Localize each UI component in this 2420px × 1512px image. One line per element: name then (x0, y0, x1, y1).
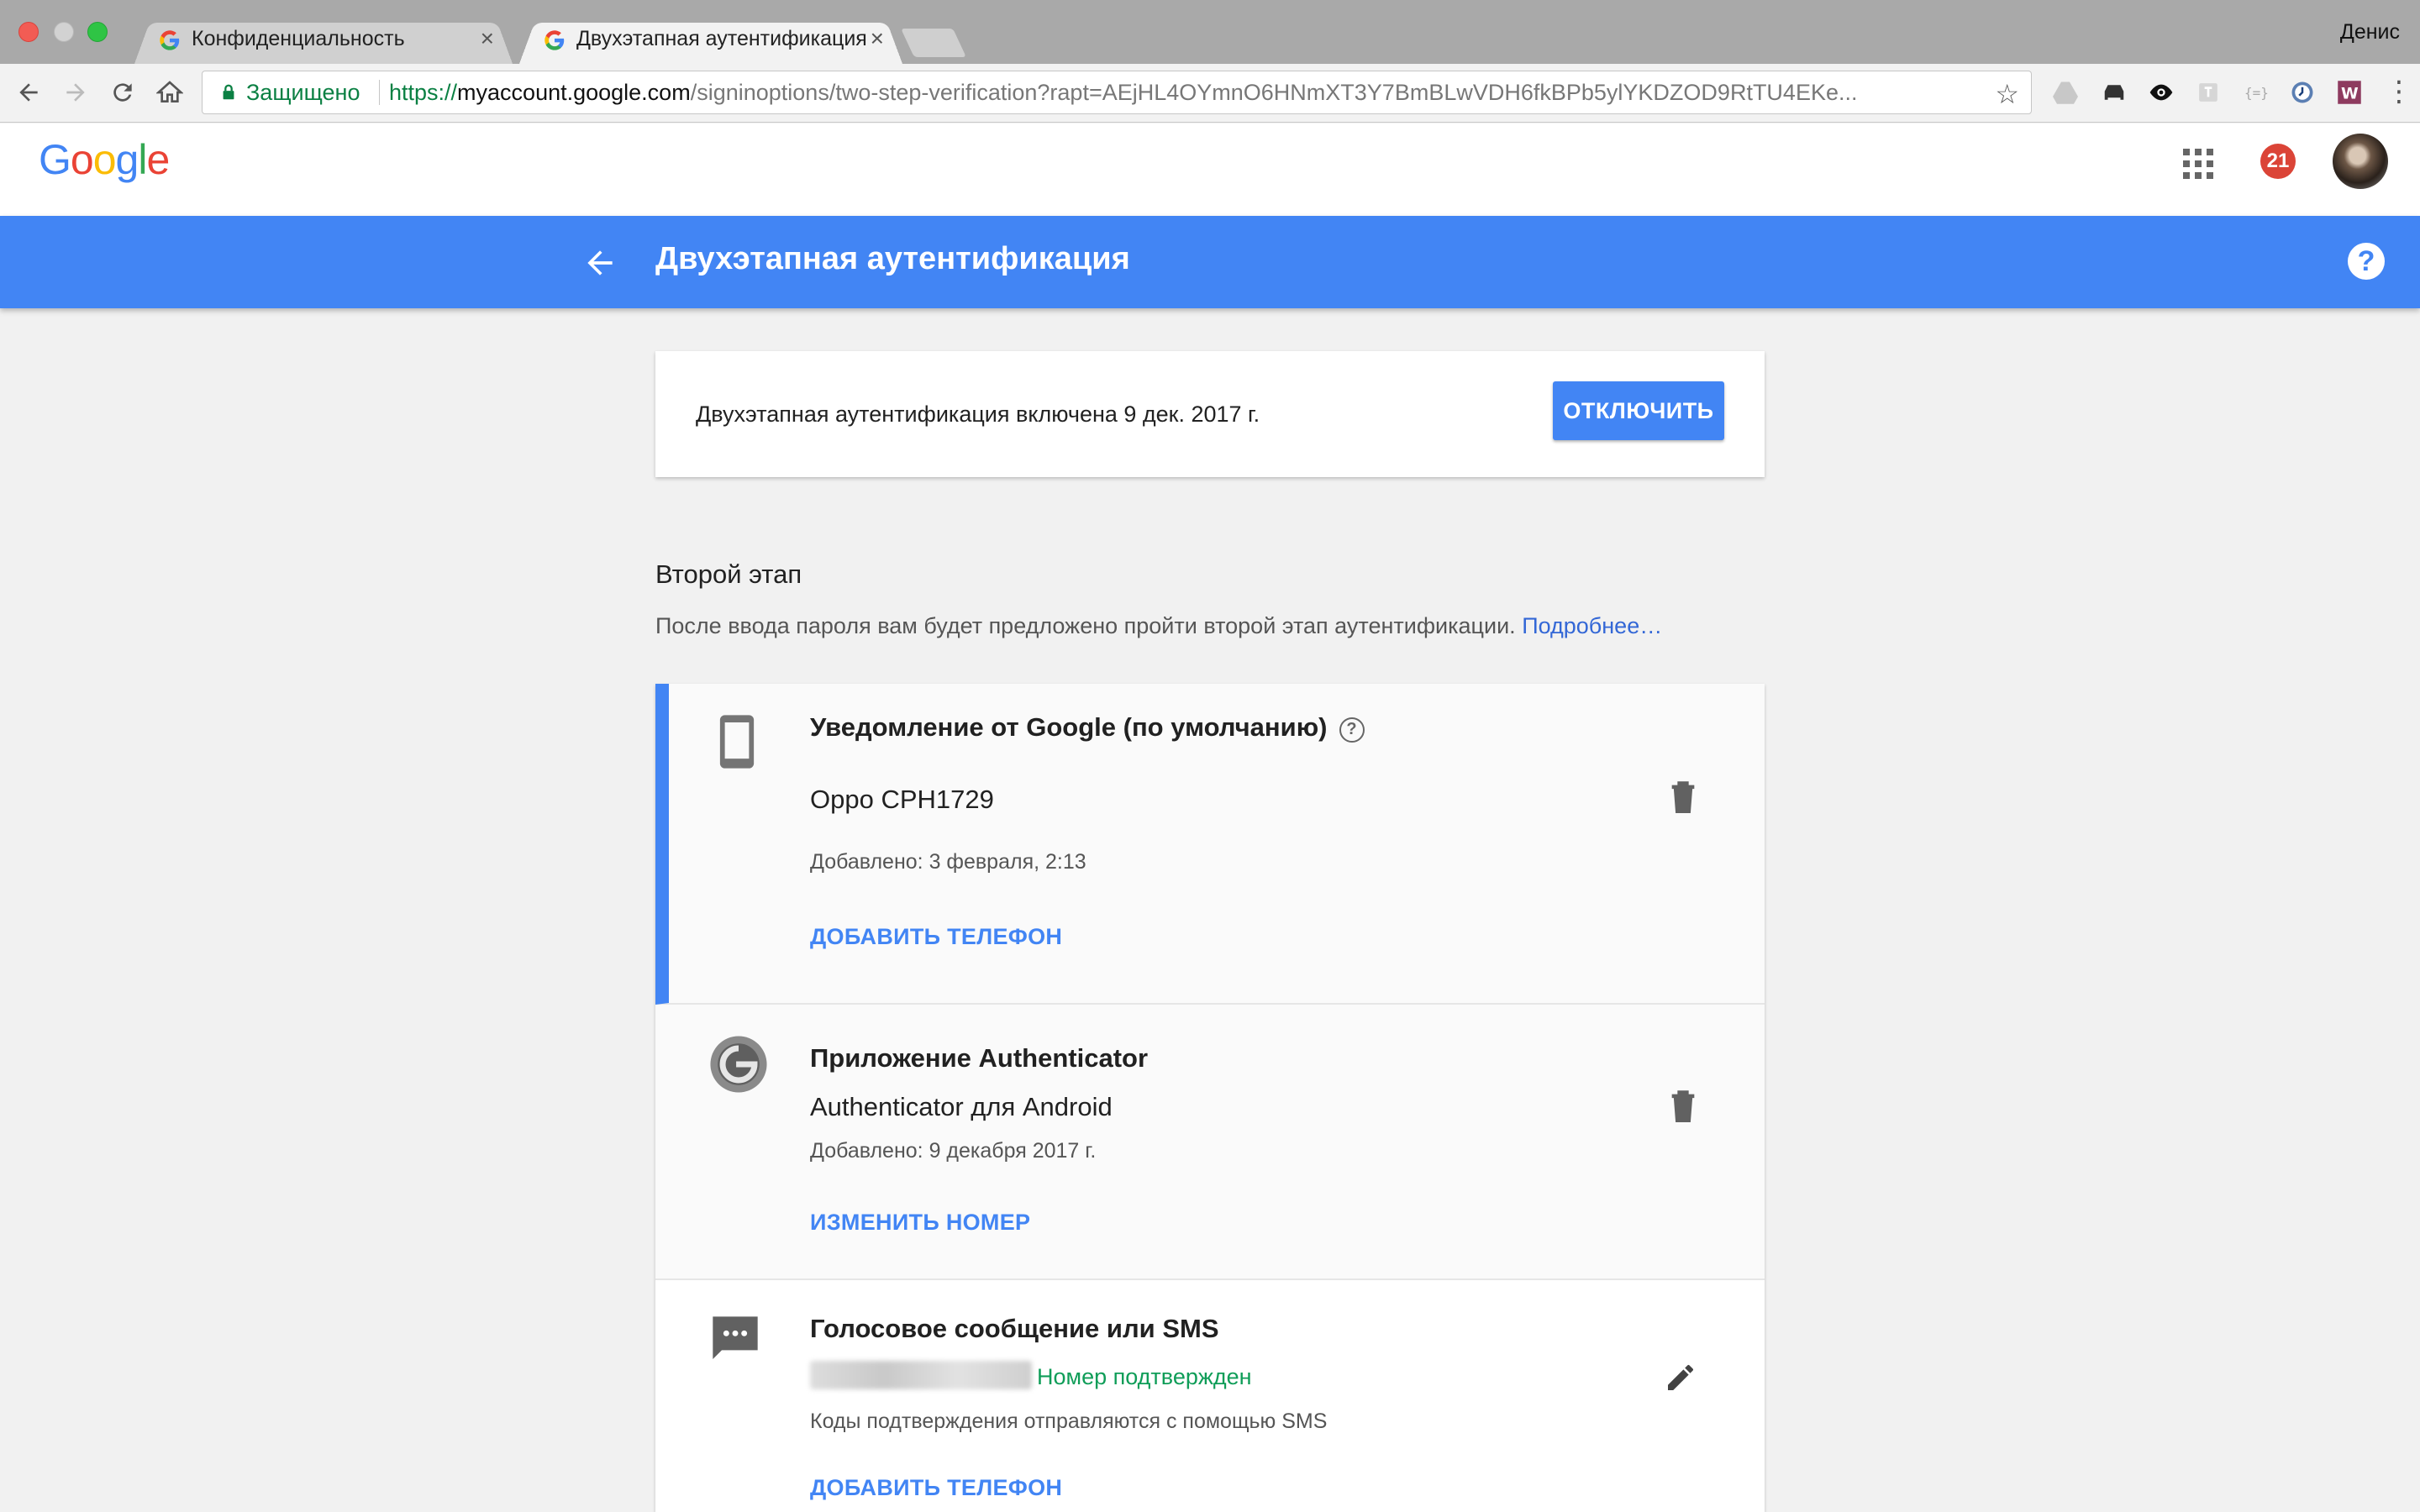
logo-letter: o (70, 136, 94, 183)
address-separator (379, 80, 380, 105)
arrow-left-icon (19, 83, 38, 102)
method-title: Уведомление от Google (по умолчанию)? (810, 712, 1365, 743)
tab-title: Двухэтапная аутентификация (576, 27, 867, 50)
tab-close-icon[interactable]: × (481, 25, 494, 52)
added-date: Добавлено: 9 декабря 2017 г. (810, 1139, 1097, 1163)
logo-letter: e (146, 136, 170, 183)
google-header: Google 21 (0, 123, 2420, 216)
forward-button[interactable] (59, 76, 92, 109)
lock-icon (223, 84, 234, 100)
home-button[interactable] (153, 76, 187, 109)
browser-tab-two-step[interactable]: Двухэтапная аутентификация × (519, 17, 902, 64)
drive-extension-icon[interactable] (2052, 79, 2079, 106)
google-favicon-icon (160, 30, 180, 50)
url-scheme: https:// (389, 80, 458, 105)
car-extension-icon[interactable] (2101, 79, 2128, 106)
bookmark-star-icon[interactable]: ☆ (1995, 78, 2019, 110)
svg-text:{=}: {=} (2244, 85, 2268, 101)
add-phone-button[interactable]: ДОБАВИТЬ ТЕЛЕФОН (810, 924, 1062, 950)
clock-extension-icon[interactable] (2289, 79, 2316, 106)
back-button[interactable] (12, 76, 45, 109)
json-extension-icon[interactable]: {=} (2242, 79, 2269, 106)
page-title-bar: Двухэтапная аутентификация ? (0, 216, 2420, 308)
url-text[interactable]: https://myaccount.google.com/signinoptio… (389, 80, 1960, 106)
delete-icon[interactable] (1669, 780, 1697, 813)
browser-toolbar: Защищено https://myaccount.google.com/si… (0, 64, 2420, 123)
method-title-text: Уведомление от Google (по умолчанию) (810, 712, 1328, 742)
add-phone-button[interactable]: ДОБАВИТЬ ТЕЛЕФОН (810, 1475, 1062, 1501)
translate-extension-icon[interactable] (2195, 79, 2222, 106)
tab-title: Конфиденциальность (192, 27, 405, 50)
browser-tabstrip: Конфиденциальность × Двухэтапная аутенти… (0, 0, 2420, 64)
logo-letter: o (92, 136, 117, 183)
profile-name[interactable]: Денис (2340, 20, 2400, 45)
logo-letter: G (39, 136, 71, 183)
sms-icon (713, 1316, 758, 1359)
logo-letter: g (115, 136, 139, 183)
section-title: Второй этап (655, 559, 802, 589)
method-google-prompt: Уведомление от Google (по умолчанию)? Op… (655, 684, 1765, 1005)
method-voice-sms: Голосовое сообщение или SMS Номер подтве… (655, 1280, 1765, 1512)
page-title: Двухэтапная аутентификация (655, 241, 1130, 276)
window-minimize-button[interactable] (54, 22, 74, 42)
apps-grid-icon[interactable] (2183, 149, 2213, 179)
help-icon[interactable]: ? (2348, 243, 2385, 280)
browser-tab-privacy[interactable]: Конфиденциальность × (134, 17, 513, 64)
secure-label: Защищено (246, 80, 360, 105)
svg-text:W: W (2341, 86, 2359, 103)
device-name: Oppo CPH1729 (810, 785, 994, 814)
method-authenticator: Приложение Authenticator Authenticator д… (655, 1005, 1765, 1280)
section-description-text: После ввода пароля вам будет предложено … (655, 613, 1516, 638)
delete-icon[interactable] (1669, 1089, 1697, 1122)
delivery-note: Коды подтверждения отправляются с помощь… (810, 1410, 1328, 1433)
edit-icon[interactable] (1664, 1361, 1697, 1394)
google-favicon-icon (544, 30, 565, 50)
methods-list: Уведомление от Google (по умолчанию)? Op… (655, 684, 1765, 1512)
eye-extension-icon[interactable] (2148, 79, 2175, 106)
new-tab-button[interactable] (901, 29, 966, 57)
arrow-right-icon (66, 83, 85, 102)
app-name: Authenticator для Android (810, 1092, 1113, 1121)
reload-button[interactable] (106, 76, 139, 109)
google-logo[interactable]: Google (39, 135, 170, 184)
learn-more-link[interactable]: Подробнее… (1522, 613, 1662, 638)
url-path: /signinoptions/two-step-verification?rap… (690, 80, 1858, 105)
phone-icon (719, 715, 755, 769)
logo-letter: l (138, 136, 147, 183)
hidden-phone-number (810, 1361, 1032, 1389)
tab-close-icon[interactable]: × (871, 25, 884, 52)
address-bar[interactable]: Защищено https://myaccount.google.com/si… (202, 71, 2032, 114)
method-title: Приложение Authenticator (810, 1043, 1149, 1073)
arrow-back-icon[interactable] (581, 244, 618, 281)
status-text: Двухэтапная аутентификация включена 9 де… (696, 402, 1260, 427)
help-circle-icon[interactable]: ? (1339, 717, 1365, 743)
status-card: Двухэтапная аутентификация включена 9 де… (655, 351, 1765, 477)
browser-menu-icon[interactable]: ⋮ (2385, 77, 2413, 106)
window-close-button[interactable] (18, 22, 39, 42)
w-extension-icon[interactable]: W (2336, 79, 2363, 106)
added-date: Добавлено: 3 февраля, 2:13 (810, 850, 1086, 874)
method-title: Голосовое сообщение или SMS (810, 1314, 1219, 1343)
verified-status: Номер подтвержден (1037, 1364, 1252, 1389)
phone-number-row: Номер подтвержден (810, 1361, 1252, 1391)
section-description: После ввода пароля вам будет предложено … (655, 613, 1662, 639)
disable-button[interactable]: ОТКЛЮЧИТЬ (1553, 381, 1724, 440)
home-icon (156, 81, 183, 102)
notifications-badge[interactable]: 21 (2260, 144, 2296, 179)
change-number-button[interactable]: ИЗМЕНИТЬ НОМЕР (810, 1210, 1030, 1236)
reload-icon (113, 83, 132, 102)
authenticator-icon (710, 1036, 767, 1093)
window-maximize-button[interactable] (87, 22, 108, 42)
avatar[interactable] (2333, 134, 2388, 189)
url-host: myaccount.google.com (457, 80, 691, 105)
